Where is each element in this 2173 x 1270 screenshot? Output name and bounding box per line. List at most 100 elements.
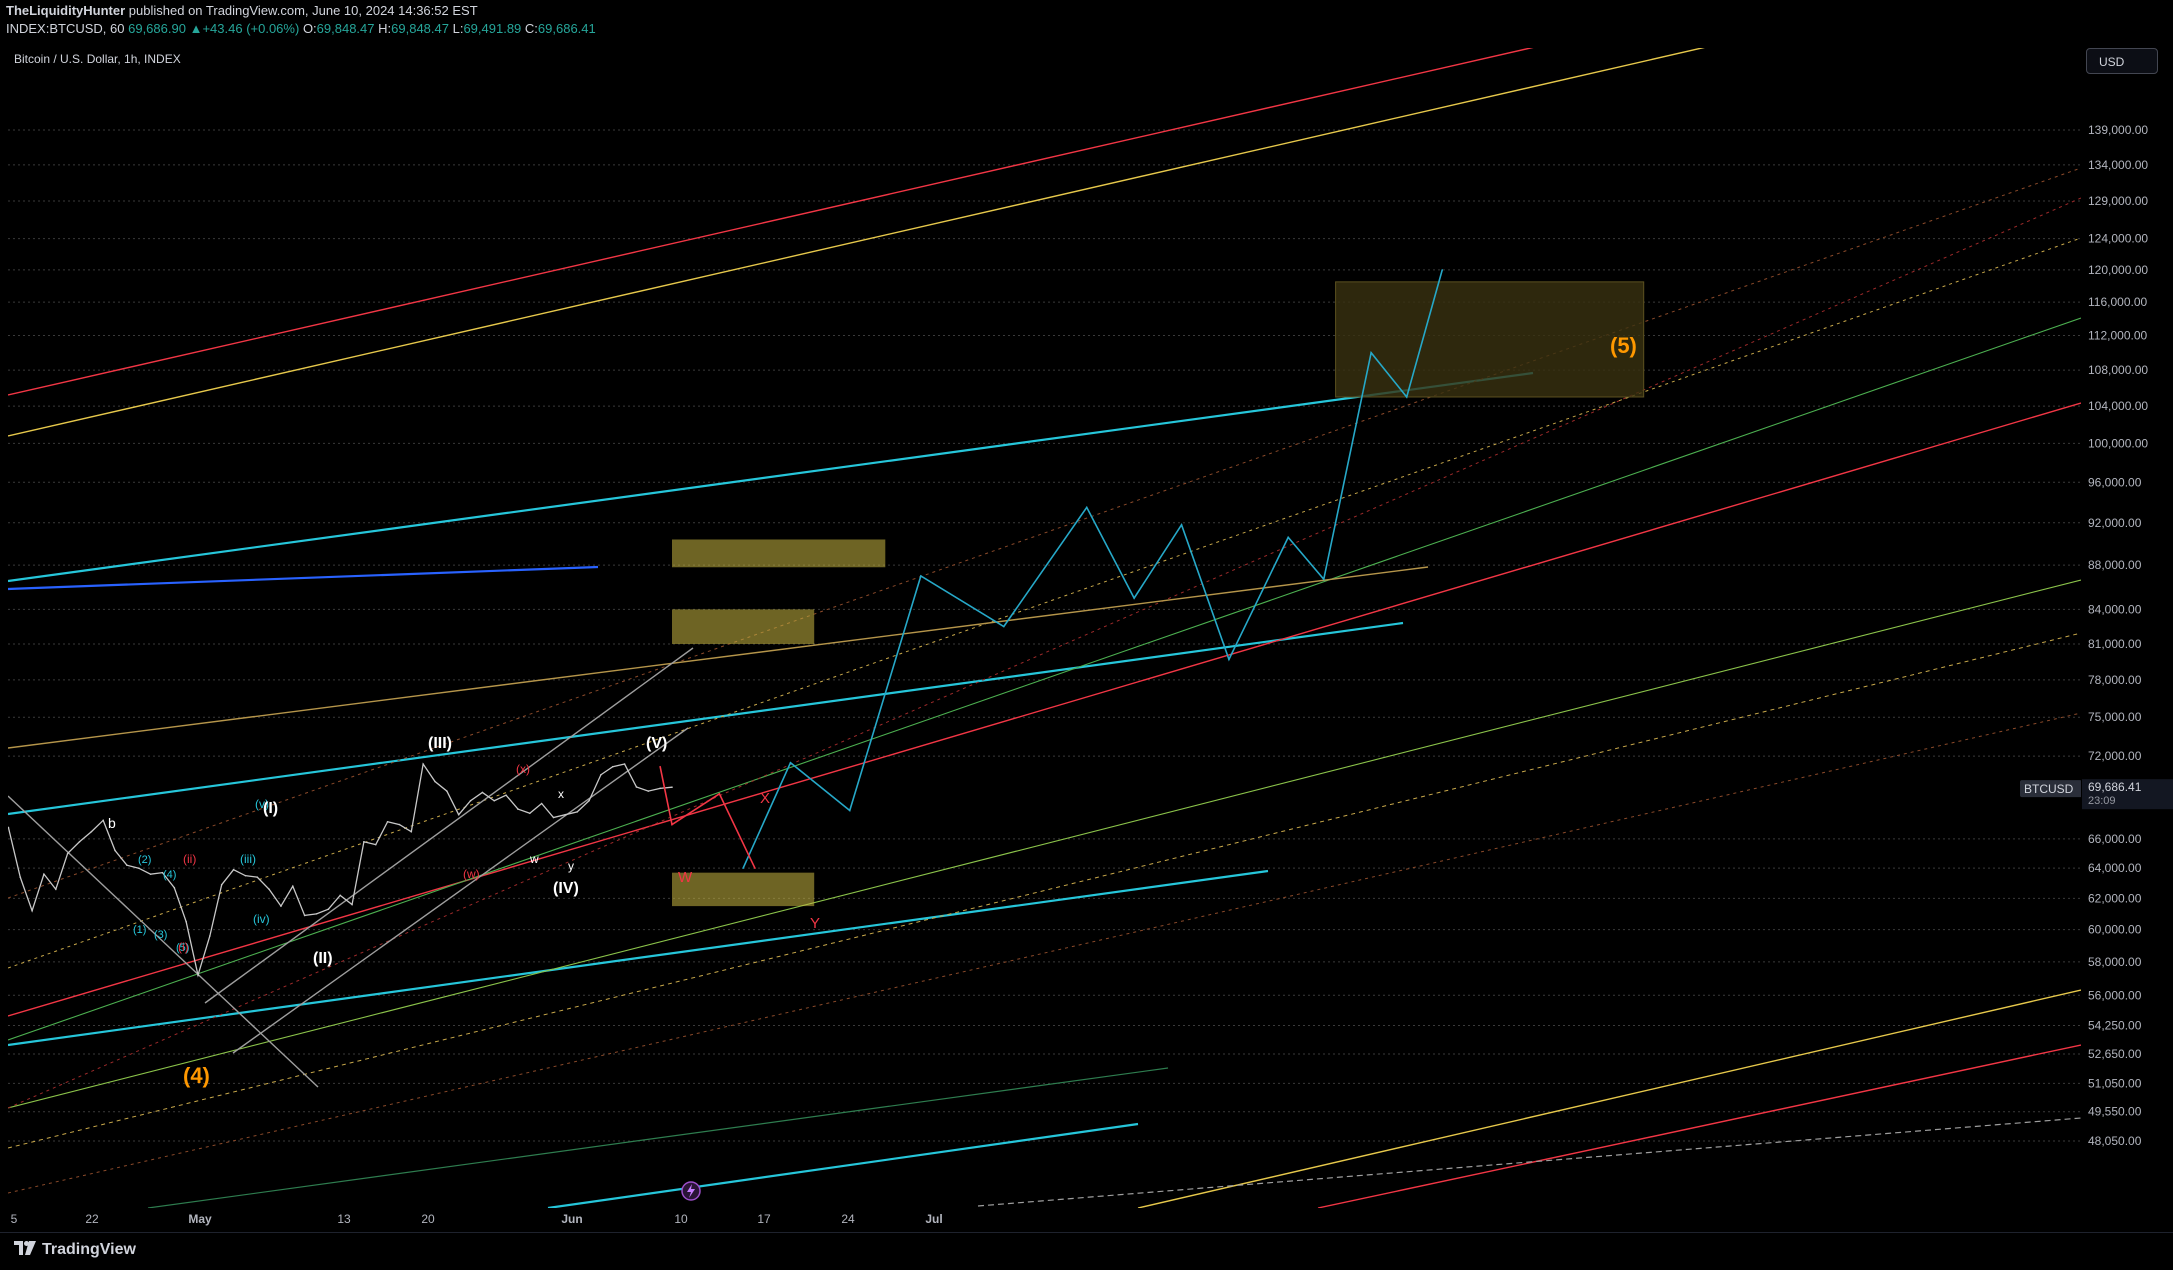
price-tick-label: 92,000.00 xyxy=(2088,516,2142,530)
publisher-line: TheLiquidityHunter published on TradingV… xyxy=(6,3,478,18)
chart-title: Bitcoin / U.S. Dollar, 1h, INDEX xyxy=(14,52,181,66)
time-tick-label: 13 xyxy=(337,1212,351,1226)
price-tick-label: 75,000.00 xyxy=(2088,710,2142,724)
series-point xyxy=(422,763,424,765)
close-value: 69,686.41 xyxy=(537,21,596,36)
series-point xyxy=(149,873,152,875)
published-text: published on TradingView.com, June 10, 2… xyxy=(128,3,478,18)
trend-line xyxy=(8,579,2081,1109)
time-axis[interactable]: 5 22 May 13 20 Jun 10 17 24 Jul xyxy=(0,1208,2082,1232)
trend-line xyxy=(8,565,599,591)
series-point xyxy=(1405,396,1408,398)
trend-line xyxy=(8,402,2081,1017)
close-label: C: xyxy=(524,21,538,36)
chart-canvas[interactable]: b(2)(4)(1) (3)(5)(ii)(i)(iii)(iv)(v)(I)(I… xyxy=(8,48,2081,1208)
series-point xyxy=(185,920,187,923)
series-point xyxy=(718,793,721,795)
current-price-value: 69,686.41 xyxy=(2088,780,2142,794)
series-point xyxy=(611,765,614,768)
price-tick-label: 64,000.00 xyxy=(2088,861,2142,875)
series-point xyxy=(635,786,638,788)
series-point xyxy=(374,843,377,846)
low-value: 69,491.89 xyxy=(463,21,522,36)
open-value: 69,848.47 xyxy=(316,21,375,36)
series-point xyxy=(292,885,294,887)
series-point xyxy=(920,575,922,577)
wave-label: y xyxy=(568,859,574,873)
change-text: +43.46 (+0.06%) xyxy=(202,21,300,36)
series-point xyxy=(1180,524,1183,526)
series-point xyxy=(659,787,661,790)
series-point xyxy=(1228,658,1230,661)
trend-line xyxy=(547,1122,1139,1208)
series-point xyxy=(481,791,484,794)
time-tick-label: 20 xyxy=(421,1212,435,1226)
trend-line xyxy=(8,197,2081,1109)
wave-label: (4) xyxy=(183,1063,210,1088)
last-price: 69,686.90 xyxy=(128,21,186,36)
wave-label: Y xyxy=(810,915,820,932)
series-point xyxy=(469,799,472,802)
price-axis[interactable]: 139,000.00 134,000.00 129,000.00 124,000.00… xyxy=(2082,48,2173,1208)
series-point xyxy=(137,867,140,869)
series-point xyxy=(1370,351,1372,354)
series-point xyxy=(244,874,247,877)
price-tick-label: 116,000.00 xyxy=(2088,295,2147,309)
series-point xyxy=(1441,269,1444,271)
series-point xyxy=(43,873,45,875)
series-point xyxy=(446,790,448,792)
price-tick-label: 49,550.00 xyxy=(2088,1105,2142,1119)
series-point xyxy=(671,786,673,788)
publisher-name[interactable]: TheLiquidityHunter xyxy=(6,3,125,18)
series-point xyxy=(671,823,673,826)
price-tick-label: 84,000.00 xyxy=(2088,602,2142,616)
open-label: O: xyxy=(302,21,317,36)
time-tick-label: Jun xyxy=(561,1212,582,1226)
wave-label: (w) xyxy=(463,867,480,881)
wave-label: X xyxy=(760,790,770,807)
series-point xyxy=(1085,506,1088,509)
series-point xyxy=(540,802,543,805)
price-tick-label: 104,000.00 xyxy=(2088,399,2148,413)
tradingview-brand[interactable]: TradingView xyxy=(14,1241,136,1259)
wave-label: (II) xyxy=(313,950,333,967)
series-point xyxy=(647,790,650,792)
series-point xyxy=(1133,597,1135,599)
series-point xyxy=(303,914,306,917)
price-zone xyxy=(1335,281,1645,398)
trend-line xyxy=(232,727,689,1054)
low-label: L: xyxy=(452,21,464,36)
series-point xyxy=(742,867,744,869)
price-tick-label: 51,050.00 xyxy=(2088,1076,2142,1090)
price-tick-label: 139,000.00 xyxy=(2088,123,2148,137)
wave-label: (IV) xyxy=(553,880,579,897)
series-point xyxy=(623,763,626,765)
series-point xyxy=(754,867,756,869)
series-point xyxy=(659,765,661,768)
price-zone xyxy=(672,872,815,907)
price-tick-label: 52,650.00 xyxy=(2088,1047,2142,1061)
series-point xyxy=(55,888,57,891)
series-point xyxy=(1003,625,1005,628)
footer-brand-text: TradingView xyxy=(42,1241,136,1258)
price-tick-label: 134,000.00 xyxy=(2088,158,2148,172)
trend-line xyxy=(8,237,2081,969)
trend-line xyxy=(204,647,694,1004)
wave-label: (4) xyxy=(163,869,176,881)
wave-label: (3) xyxy=(154,929,167,941)
price-tick-label: 112,000.00 xyxy=(2088,329,2147,343)
ohlc-line: INDEX:BTCUSD, 60 69,686.90 ▲+43.46 (+0.0… xyxy=(6,21,596,36)
currency-button[interactable]: USD xyxy=(2086,48,2158,74)
series-point xyxy=(268,888,270,891)
series-point xyxy=(315,913,318,915)
series-point xyxy=(90,830,93,833)
series-point xyxy=(517,808,519,810)
trend-line xyxy=(8,566,1429,749)
series-point xyxy=(398,823,401,826)
lightning-icon xyxy=(681,1181,701,1201)
series-point xyxy=(339,894,342,897)
wave-label: W xyxy=(678,869,693,886)
wave-label: w xyxy=(529,852,539,866)
wave-label: (iii) xyxy=(240,852,256,866)
price-tick-label: 48,050.00 xyxy=(2088,1134,2142,1148)
